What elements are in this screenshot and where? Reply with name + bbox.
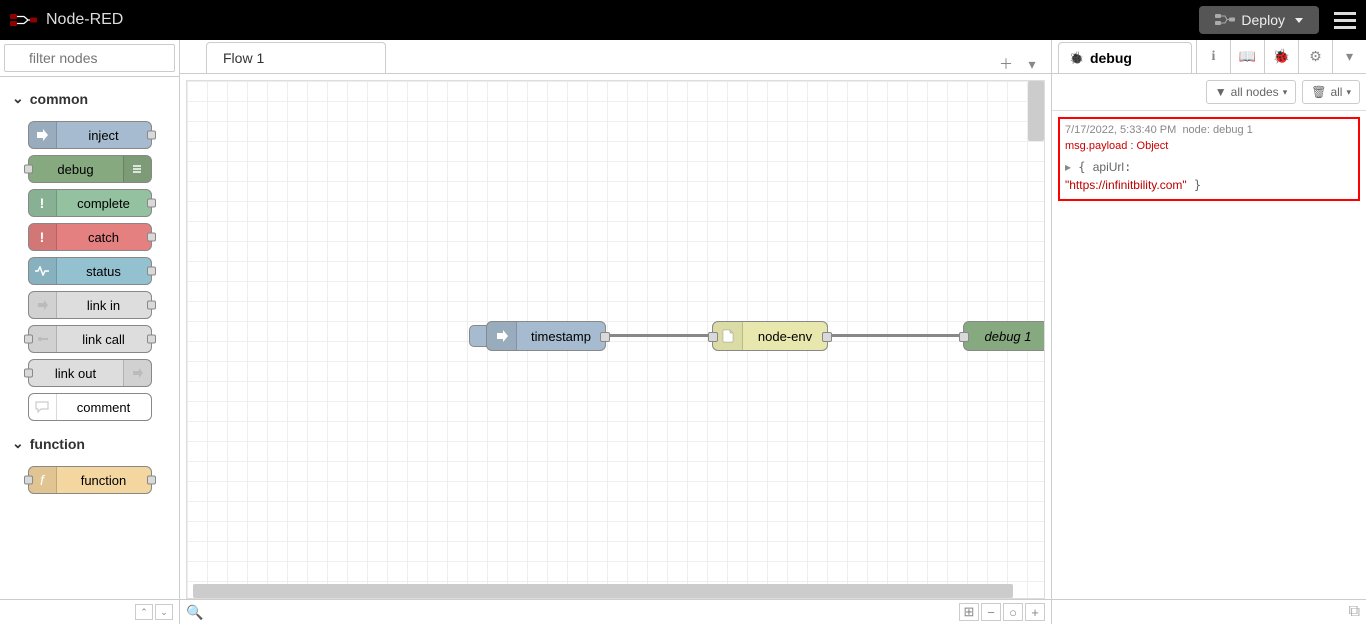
sidebar-footer: ⧉: [1052, 599, 1366, 624]
palette-node-inject[interactable]: inject: [28, 121, 152, 149]
debug-icon[interactable]: 🐞: [1264, 40, 1298, 73]
app-header: Node-RED Deploy: [0, 0, 1366, 40]
zoom-in-button[interactable]: +: [1025, 603, 1045, 621]
link-icon: [29, 326, 57, 352]
add-flow-button[interactable]: ＋: [997, 55, 1015, 73]
debug-body[interactable]: ▸ { apiUrl: "https://infinitbility.com" …: [1065, 158, 1353, 194]
scrollbar-vertical[interactable]: [1028, 81, 1044, 141]
flow-tabs: Flow 1 ＋ ▾: [180, 40, 1051, 74]
debug-meta: 7/17/2022, 5:33:40 PM node: debug 1: [1065, 124, 1353, 136]
alert-icon: !: [29, 224, 57, 250]
palette-list: common inject debug ! complete ! catch: [0, 77, 179, 599]
flow-node-debug[interactable]: debug 1: [963, 321, 1044, 351]
app-title: Node-RED: [46, 11, 1199, 29]
flow-node-inject[interactable]: timestamp: [486, 321, 606, 351]
palette-node-link-in[interactable]: link in: [28, 291, 152, 319]
collapse-up-icon[interactable]: ⌃: [135, 604, 153, 620]
palette-node-complete[interactable]: ! complete: [28, 189, 152, 217]
flow-canvas[interactable]: timestamp node-env debug 1: [187, 81, 1044, 598]
chevron-down-icon: ▾: [1283, 87, 1288, 98]
debug-topic: msg.payload : Object: [1065, 140, 1353, 152]
debug-icon: [123, 156, 151, 182]
menu-button[interactable]: [1334, 12, 1356, 29]
scrollbar-horizontal[interactable]: [193, 584, 1013, 598]
open-window-icon[interactable]: ⧉: [1349, 603, 1360, 621]
palette-node-catch[interactable]: ! catch: [28, 223, 152, 251]
link-icon: [29, 292, 57, 318]
filter-nodes-button[interactable]: ▼ all nodes ▾: [1206, 80, 1296, 104]
app-logo-icon: [10, 10, 38, 30]
zoom-reset-button[interactable]: ○: [1003, 603, 1023, 621]
search-icon: [4, 44, 175, 72]
clear-debug-button[interactable]: 🗑 all ▾: [1302, 80, 1360, 104]
zoom-out-button[interactable]: −: [981, 603, 1001, 621]
sidebar-dropdown[interactable]: ▾: [1332, 40, 1366, 73]
comment-icon: [29, 394, 57, 420]
inject-trigger-button[interactable]: [469, 325, 487, 347]
function-icon: f: [29, 467, 57, 493]
palette-node-link-out[interactable]: link out: [28, 359, 152, 387]
palette-node-link-call[interactable]: link call: [28, 325, 152, 353]
filter-nodes-input[interactable]: [4, 44, 175, 72]
alert-icon: !: [29, 190, 57, 216]
palette-node-function[interactable]: f function: [28, 466, 152, 494]
chevron-down-icon: [1295, 18, 1303, 23]
inject-icon: [487, 322, 517, 350]
workspace: Flow 1 ＋ ▾ timestamp: [180, 40, 1051, 624]
navigator-icon[interactable]: ⊞: [959, 603, 979, 621]
palette-footer: ⌃ ⌄: [0, 599, 179, 624]
trash-icon: 🗑: [1311, 85, 1326, 99]
palette-node-comment[interactable]: comment: [28, 393, 152, 421]
help-icon[interactable]: 📖: [1230, 40, 1264, 73]
deploy-icon: [1215, 13, 1235, 27]
sidebar: debug i 📖 🐞 ⚙ ▾ ▼ all nodes ▾ 🗑 all ▾: [1051, 40, 1366, 624]
node-palette: common inject debug ! complete ! catch: [0, 40, 180, 624]
filter-icon: ▼: [1215, 85, 1227, 99]
palette-node-status[interactable]: status: [28, 257, 152, 285]
deploy-button[interactable]: Deploy: [1199, 6, 1319, 34]
info-icon[interactable]: i: [1196, 40, 1230, 73]
tab-flow-1[interactable]: Flow 1: [206, 42, 386, 73]
expand-down-icon[interactable]: ⌄: [155, 604, 173, 620]
link-icon: [123, 360, 151, 386]
chevron-down-icon: ▾: [1346, 87, 1351, 98]
inject-icon: [29, 122, 57, 148]
config-icon[interactable]: ⚙: [1298, 40, 1332, 73]
debug-message[interactable]: 7/17/2022, 5:33:40 PM node: debug 1 msg.…: [1058, 117, 1360, 201]
workspace-footer: 🔍 ⊞ − ○ +: [180, 599, 1051, 624]
search-icon[interactable]: 🔍: [186, 604, 203, 621]
sidebar-tab-debug[interactable]: debug: [1058, 42, 1192, 73]
palette-node-debug[interactable]: debug: [28, 155, 152, 183]
flow-list-dropdown[interactable]: ▾: [1023, 55, 1041, 73]
status-icon: [29, 258, 57, 284]
category-common[interactable]: common: [8, 82, 171, 115]
category-function[interactable]: function: [8, 427, 171, 460]
flow-node-nodeenv[interactable]: node-env: [712, 321, 828, 351]
